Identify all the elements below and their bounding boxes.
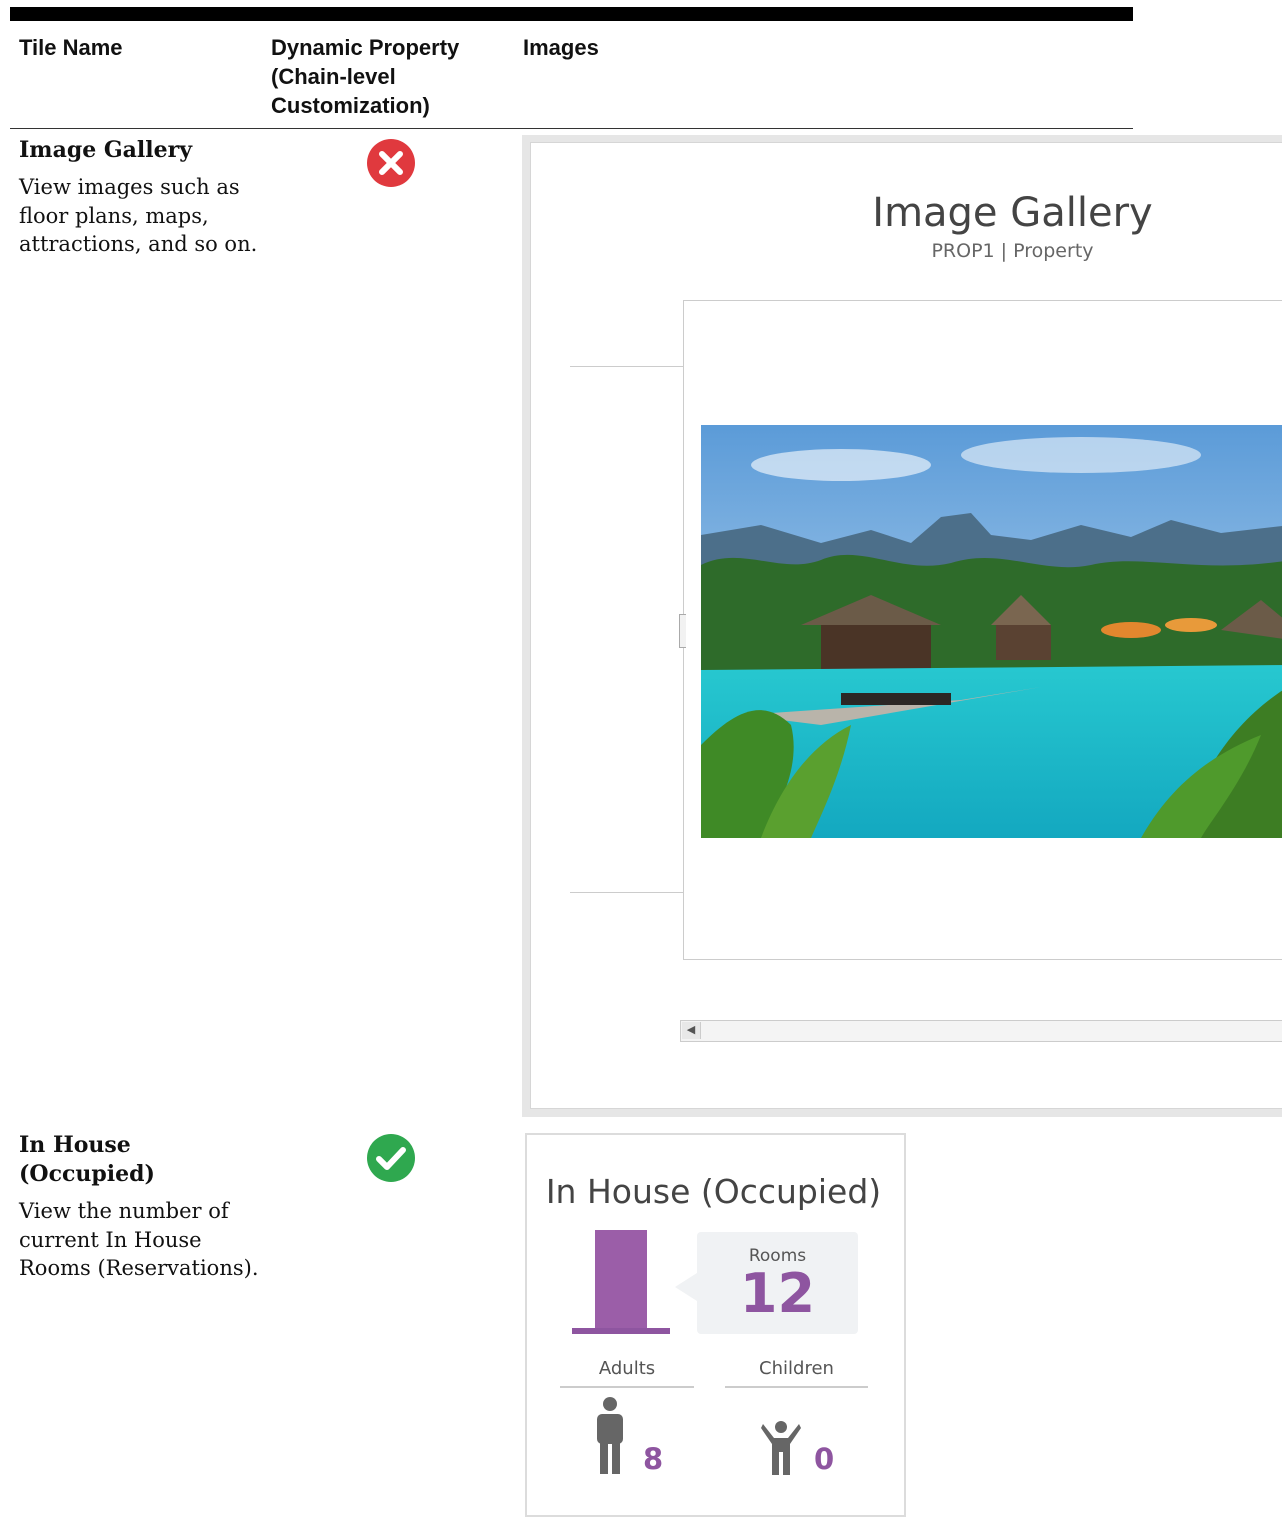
row-desc-image-gallery: View images such as floor plans, maps, a… [19, 175, 258, 256]
in-house-title: In House (Occupied) [545, 1172, 882, 1211]
rooms-count: 12 [739, 1262, 816, 1325]
row-desc-in-house: View the number of current In House Room… [19, 1199, 259, 1280]
row-title-image-gallery: Image Gallery [19, 137, 192, 163]
child-person-icon [761, 1421, 801, 1475]
adults-count: 8 [643, 1442, 664, 1476]
gallery-stack-line [570, 366, 683, 367]
table-top-border [10, 7, 1133, 21]
resort-pool-photo [701, 425, 1282, 838]
row-title-in-house: In House (Occupied) [19, 1132, 155, 1187]
rooms-bubble-pointer [675, 1273, 697, 1301]
header-tile-name: Tile Name [19, 35, 123, 60]
gallery-stack-line [570, 892, 683, 893]
error-x-circle-icon [367, 139, 415, 187]
children-divider [725, 1386, 868, 1388]
adults-divider [560, 1386, 694, 1388]
adults-label: Adults [598, 1358, 656, 1379]
scroll-left-icon[interactable]: ◀ [682, 1022, 701, 1039]
header-dynamic-property: Dynamic Property (Chain-level Customizat… [271, 35, 460, 118]
gallery-title: Image Gallery [872, 190, 1153, 236]
adult-person-icon [597, 1397, 623, 1474]
header-images: Images [523, 35, 599, 60]
gallery-subtitle: PROP1 | Property [931, 240, 1094, 262]
header-divider [10, 128, 1133, 129]
gallery-horizontal-scrollbar[interactable] [680, 1020, 1282, 1042]
gallery-prev-handle[interactable] [679, 614, 686, 648]
children-label: Children [759, 1358, 834, 1379]
door-icon [572, 1230, 670, 1334]
children-count: 0 [814, 1442, 835, 1476]
check-circle-icon [367, 1134, 415, 1182]
